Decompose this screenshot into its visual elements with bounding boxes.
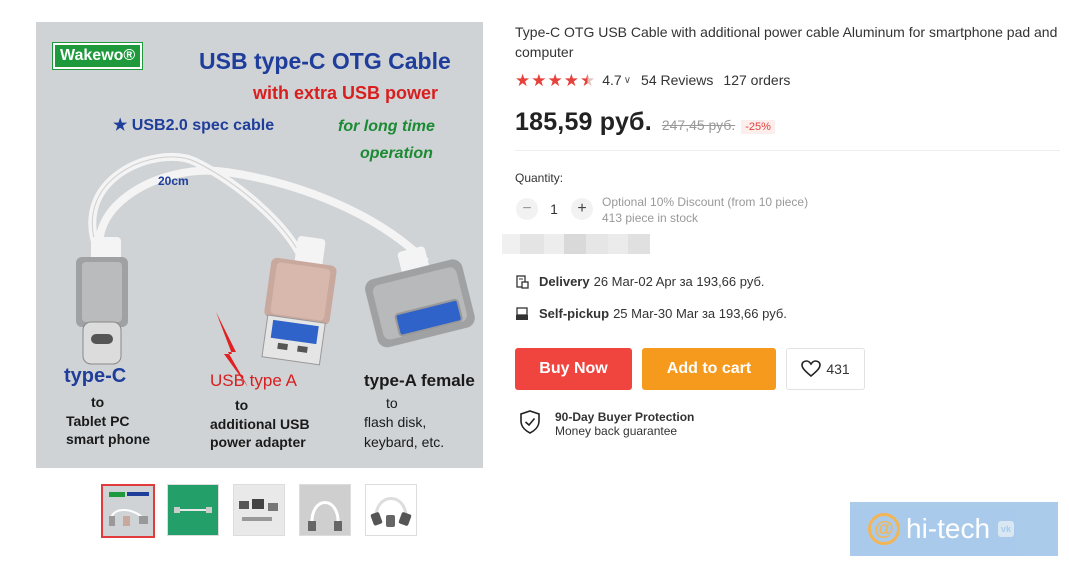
protection-title: 90-Day Buyer Protection [555, 410, 695, 424]
discount-badge: -25% [741, 120, 775, 134]
image-typec-line2: smart phone [66, 431, 151, 447]
half-star-icon: ★ [580, 70, 596, 90]
add-to-cart-button[interactable]: Add to cart [642, 348, 776, 390]
image-spec: ★ USB2.0 spec cable [113, 117, 275, 134]
bulk-discount-text: Optional 10% Discount (from 10 piece) [602, 195, 809, 209]
star-icon: ★ [531, 70, 547, 90]
image-female-title: type-A female [364, 371, 475, 390]
stock-text: 413 piece in stock [602, 211, 699, 225]
product-main-image[interactable]: Wakewo® USB type-C OTG Cable with extra … [36, 22, 483, 468]
protection-subtitle: Money back guarantee [555, 424, 678, 438]
product-title: Type-C OTG USB Cable with additional pow… [515, 24, 1058, 60]
watermark-text: hi-tech [906, 513, 991, 544]
blurred-region [502, 234, 650, 254]
image-usage-1: for long time [338, 118, 435, 135]
at-icon: @ [868, 513, 900, 545]
rating-value[interactable]: 4.7 [602, 72, 621, 88]
buy-now-button[interactable]: Buy Now [515, 348, 632, 390]
buyer-protection: 90-Day Buyer Protection Money back guara… [519, 410, 694, 438]
pickup-text: 25 Mar-30 Mar за 193,66 руб. [613, 306, 787, 321]
star-icon: ★ [515, 70, 531, 90]
orders-count: 127 orders [723, 72, 791, 88]
delivery-icon [516, 274, 529, 289]
thumbnail-1[interactable] [101, 484, 155, 538]
shield-check-icon [520, 410, 540, 434]
image-headline: USB type-C OTG Cable [199, 48, 451, 74]
wishlist-count: 431 [826, 361, 850, 377]
current-price: 185,59 руб. [515, 108, 652, 136]
image-usba-title: USB type A [210, 371, 297, 390]
image-typec-title: type-C [64, 365, 127, 387]
quantity-label: Quantity: [515, 171, 564, 185]
quantity-note: Optional 10% Discount (from 10 piece) 41… [602, 194, 808, 226]
chevron-down-icon[interactable]: ∨ [624, 75, 631, 86]
rating-row: ★ ★ ★ ★ ★ 4.7 ∨ 54 Reviews 127 orders [515, 70, 790, 90]
quantity-decrease-button[interactable]: − [516, 198, 538, 220]
thumbnail-2[interactable] [167, 484, 219, 536]
pickup-row: Self-pickup 25 Mar-30 Mar за 193,66 руб. [515, 306, 787, 321]
thumbnail-5[interactable] [365, 484, 417, 536]
quantity-value[interactable]: 1 [546, 201, 562, 217]
image-female-line1: flash disk, [364, 414, 427, 430]
image-usba-to: to [235, 397, 249, 413]
old-price: 247,45 руб. [661, 117, 736, 133]
wishlist-button[interactable]: 431 [786, 348, 865, 390]
delivery-label: Delivery [539, 274, 590, 289]
thumbnail-4[interactable] [299, 484, 351, 536]
delivery-row: Delivery 26 Mar-02 Apr за 193,66 руб. [515, 274, 765, 289]
thumbnail-3[interactable] [233, 484, 285, 536]
reviews-link[interactable]: 54 Reviews [641, 72, 713, 88]
divider [515, 150, 1060, 151]
price-row: 185,59 руб. 247,45 руб. -25% [515, 108, 775, 137]
image-subheadline: with extra USB power [253, 83, 439, 103]
image-usba-line2: power adapter [210, 434, 306, 450]
image-usba-line1: additional USB [210, 416, 310, 432]
image-female-line2: keybard, etc. [364, 434, 445, 450]
quantity-increase-button[interactable]: + [571, 198, 593, 220]
pickup-icon [516, 306, 528, 320]
brand-logo: Wakewo® [51, 42, 144, 70]
delivery-text: 26 Mar-02 Apr за 193,66 руб. [593, 274, 765, 289]
image-female-to: to [386, 395, 398, 411]
image-typec-to: to [91, 394, 105, 410]
image-cable-length: 20cm [158, 174, 189, 188]
heart-icon [801, 360, 822, 378]
star-icon: ★ [563, 70, 579, 90]
image-typec-line1: Tablet PC [66, 413, 130, 429]
star-icon: ★ [547, 70, 563, 90]
pickup-label: Self-pickup [539, 306, 610, 321]
vk-icon: vk [998, 521, 1015, 537]
image-usage-2: operation [360, 145, 433, 162]
site-watermark: @ hi-tech vk [850, 502, 1058, 556]
